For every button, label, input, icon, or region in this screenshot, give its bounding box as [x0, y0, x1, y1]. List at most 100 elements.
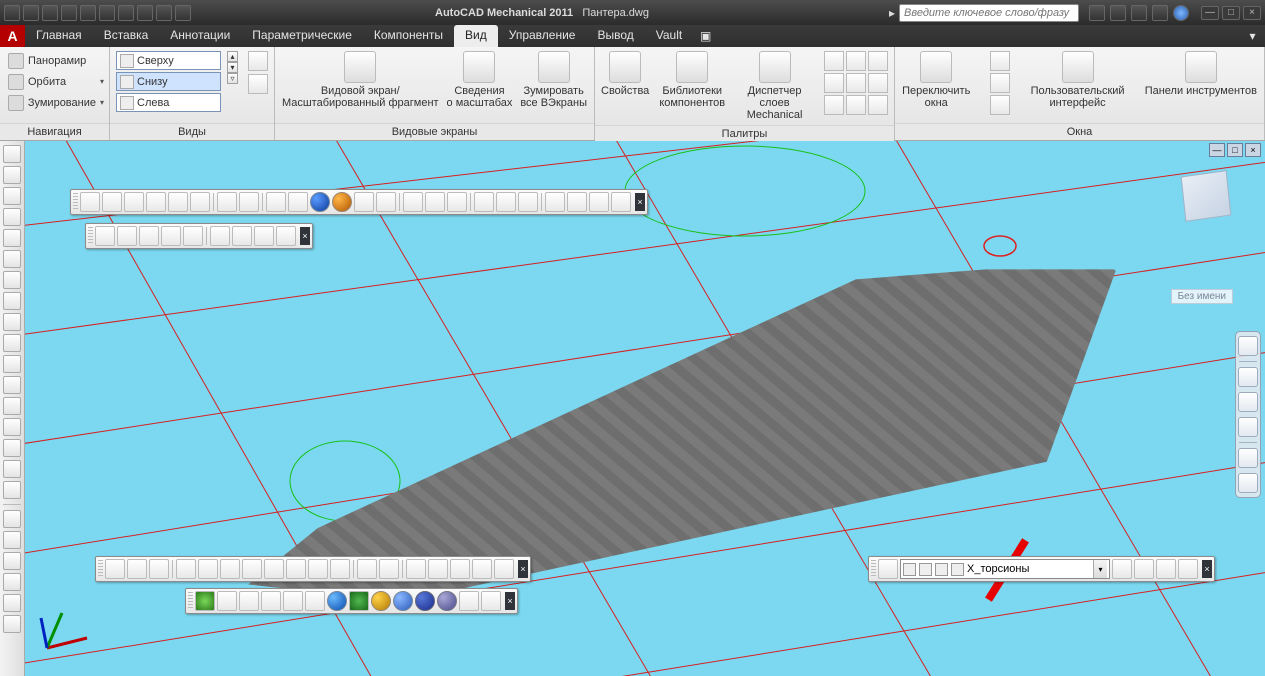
user-interface-button[interactable]: Пользовательский интерфейс	[1031, 51, 1125, 109]
revolve-icon[interactable]	[376, 192, 396, 212]
render-window-icon[interactable]	[276, 226, 296, 246]
toolbar-close-icon[interactable]: ×	[505, 592, 515, 610]
tab-home[interactable]: Главная	[25, 25, 93, 47]
sphere-orange-icon[interactable]	[332, 192, 352, 212]
mirror-icon[interactable]	[3, 187, 21, 205]
rotate-icon[interactable]	[3, 250, 21, 268]
layer-dropdown[interactable]: Х_торсионы ▾	[900, 559, 1110, 579]
materials-icon[interactable]	[183, 226, 203, 246]
lights-icon[interactable]	[139, 226, 159, 246]
cone-icon[interactable]	[124, 192, 144, 212]
copy-face-icon[interactable]	[308, 559, 328, 579]
qat-open-icon[interactable]	[23, 5, 39, 21]
favorite-icon[interactable]	[1152, 5, 1168, 21]
chamfer-icon[interactable]	[3, 418, 21, 436]
pan-button[interactable]: Панорамир	[6, 51, 104, 70]
view-top-option[interactable]: Сверху	[116, 51, 221, 70]
extend-icon[interactable]	[3, 355, 21, 373]
properties-button[interactable]: Свойства	[601, 51, 649, 97]
cube-green-icon[interactable]	[349, 591, 369, 611]
help-icon[interactable]	[1173, 5, 1189, 21]
text-icon[interactable]	[3, 615, 21, 633]
orbit-icon[interactable]	[1238, 417, 1258, 437]
toolbar-visual-styles[interactable]: ×	[185, 588, 518, 614]
libraries-button[interactable]: Библиотеки компонентов	[659, 51, 725, 109]
view-left-option[interactable]: Слева	[116, 93, 221, 112]
move-face-icon[interactable]	[198, 559, 218, 579]
environment-icon[interactable]	[210, 226, 230, 246]
circle-solid-icon[interactable]	[266, 192, 286, 212]
layer-match-icon[interactable]	[1178, 559, 1198, 579]
qat-print-icon[interactable]	[137, 5, 153, 21]
vs-manage-icon[interactable]	[459, 591, 479, 611]
toolbar-close-icon[interactable]: ×	[1202, 560, 1212, 578]
view-manager-icon[interactable]	[248, 51, 268, 71]
ellipse-solid-icon[interactable]	[288, 192, 308, 212]
ribbon-minimize-icon[interactable]: ▾	[1240, 25, 1265, 47]
ellipse-icon[interactable]	[3, 481, 21, 499]
infocenter-search-icon[interactable]	[1089, 5, 1105, 21]
close-button[interactable]: ×	[1243, 6, 1261, 20]
offset-face-icon[interactable]	[220, 559, 240, 579]
palette-small-icon[interactable]	[824, 73, 844, 93]
zoom-all-button[interactable]: Зумировать все ВЭкраны	[520, 51, 587, 109]
hatch-icon[interactable]	[3, 208, 21, 226]
chevron-down-icon[interactable]: ▾	[1093, 560, 1107, 578]
copy-icon[interactable]	[3, 552, 21, 570]
toolbar-render[interactable]: ×	[85, 223, 313, 249]
grip-icon[interactable]	[73, 193, 78, 211]
trim-icon[interactable]	[3, 334, 21, 352]
tab-annotate[interactable]: Аннотации	[159, 25, 241, 47]
arc-icon[interactable]	[3, 439, 21, 457]
layer-state-icon[interactable]	[1112, 559, 1132, 579]
toolbars-button[interactable]: Панели инструментов	[1145, 51, 1257, 97]
showmotion-icon[interactable]	[1238, 448, 1258, 468]
section-icon[interactable]	[611, 192, 631, 212]
vs-wire-icon[interactable]	[217, 591, 237, 611]
subtract-icon[interactable]	[127, 559, 147, 579]
slice-icon[interactable]	[545, 192, 565, 212]
scale-info-button[interactable]: Сведения о масштабах	[447, 51, 513, 109]
viewport-config-button[interactable]: Видовой экран/ Масштабированный фрагмент	[282, 51, 439, 109]
vs-shaded-icon[interactable]	[305, 591, 325, 611]
array-icon[interactable]	[3, 229, 21, 247]
tab-components[interactable]: Компоненты	[363, 25, 454, 47]
layer-manager-button[interactable]: Диспетчер слоев Mechanical	[735, 51, 814, 121]
toolbar-solid-editing[interactable]: ×	[95, 556, 531, 582]
palette-small-icon[interactable]	[868, 51, 888, 71]
views-scrollbar[interactable]: ▴▾▿	[227, 51, 238, 84]
tile-horiz-icon[interactable]	[990, 51, 1010, 71]
grip-icon[interactable]	[98, 560, 103, 578]
zoom-extents-icon[interactable]	[1238, 392, 1258, 412]
intersect-icon[interactable]	[518, 192, 538, 212]
polysolid-icon[interactable]	[217, 192, 237, 212]
steering-wheel-icon[interactable]	[1238, 336, 1258, 356]
viewcube-face[interactable]	[1181, 170, 1232, 222]
tab-vault[interactable]: Vault	[645, 25, 693, 47]
union-icon[interactable]	[105, 559, 125, 579]
copy-edge-icon[interactable]	[357, 559, 377, 579]
sphere-icon[interactable]	[146, 192, 166, 212]
presspull-icon[interactable]	[447, 192, 467, 212]
taper-face-icon[interactable]	[286, 559, 306, 579]
qat-plot-icon[interactable]	[80, 5, 96, 21]
drawing-canvas[interactable]: — □ × Без имени	[25, 141, 1265, 676]
scale-icon[interactable]	[3, 292, 21, 310]
scroll-down-icon[interactable]: ▾	[227, 62, 238, 73]
vs-save-icon[interactable]	[481, 591, 501, 611]
vs-2dwire-icon[interactable]	[195, 591, 215, 611]
render-crop-icon[interactable]	[117, 226, 137, 246]
line-icon[interactable]	[3, 145, 21, 163]
scroll-up-icon[interactable]: ▴	[227, 51, 238, 62]
search-input[interactable]	[899, 4, 1079, 22]
toolbar-solids[interactable]: ×	[70, 189, 648, 215]
shell-icon[interactable]	[472, 559, 492, 579]
box-icon[interactable]	[80, 192, 100, 212]
vs-realistic-icon[interactable]	[261, 591, 281, 611]
cylinder-icon[interactable]	[168, 192, 188, 212]
switch-windows-button[interactable]: Переключить окна	[902, 51, 970, 109]
rectangle-icon[interactable]	[3, 313, 21, 331]
viewcube[interactable]	[1157, 147, 1235, 225]
tab-extra-icon[interactable]: ▣	[693, 25, 718, 47]
wedge-icon[interactable]	[102, 192, 122, 212]
